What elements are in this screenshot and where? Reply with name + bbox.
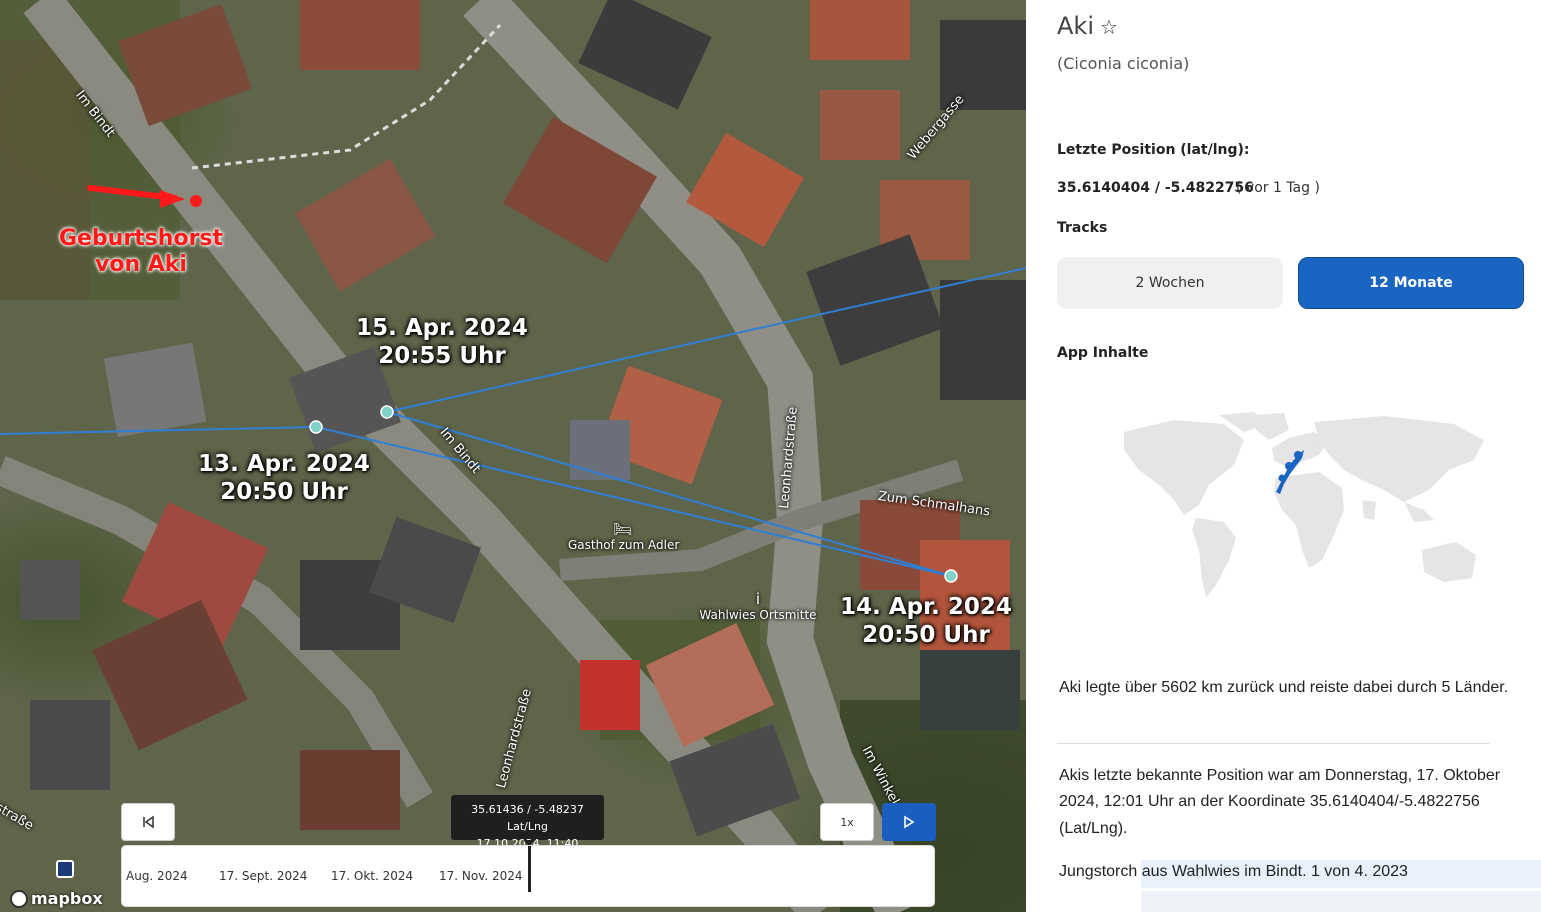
bed-icon: 🛏 bbox=[613, 520, 633, 538]
timeline-cursor[interactable] bbox=[528, 846, 531, 892]
info-icon: i bbox=[755, 590, 761, 608]
track-12-months-button[interactable]: 12 Monate bbox=[1298, 257, 1524, 309]
divider bbox=[1057, 743, 1490, 744]
mapbox-logo[interactable]: mapbox bbox=[10, 889, 103, 908]
timeline-tooltip: 35.61436 / -5.48237 Lat/Lng 17.10.2024, … bbox=[451, 795, 604, 850]
birth-label-line1: Geburtshorst bbox=[58, 226, 224, 251]
track-point-14-apr[interactable] bbox=[944, 569, 958, 583]
timeline-tick: 17. Nov. 2024 bbox=[439, 869, 523, 883]
speed-button[interactable]: 1x bbox=[820, 803, 874, 841]
bird-info-panel: Aki ☆ (Ciconia ciconia) Letzte Position … bbox=[1026, 0, 1541, 912]
annotation-time: 20:55 Uhr bbox=[378, 342, 506, 369]
birth-nest-label: Geburtshorst von Aki bbox=[46, 226, 236, 279]
position-label: Letzte Position (lat/lng): bbox=[1057, 142, 1250, 158]
timeline-tick: Aug. 2024 bbox=[126, 869, 188, 883]
annotation-date: 14. Apr. 2024 bbox=[840, 594, 1012, 620]
poi-ortsmitte[interactable]: i Wahlwies Ortsmitte bbox=[698, 590, 818, 622]
timeline-tick: 17. Okt. 2024 bbox=[331, 869, 414, 883]
poi-label: Wahlwies Ortsmitte bbox=[699, 608, 817, 622]
annotation-date: 15. Apr. 2024 bbox=[356, 315, 528, 341]
birth-label-line2: von Aki bbox=[95, 252, 187, 278]
poi-label: Gasthof zum Adler bbox=[568, 538, 680, 552]
footer-toolbar bbox=[1141, 891, 1541, 912]
position-value: 35.6140404 / -5.4822756 bbox=[1057, 180, 1254, 196]
poi-gasthof[interactable]: 🛏 Gasthof zum Adler bbox=[568, 520, 680, 552]
annotation-time: 20:50 Uhr bbox=[220, 478, 348, 505]
annotation-14-apr: 14. Apr. 2024 20:50 Uhr bbox=[836, 594, 1016, 649]
world-map-thumbnail bbox=[1124, 412, 1484, 598]
timeline-tick: 17. Sept. 2024 bbox=[219, 869, 308, 883]
app-content-label: App Inhalte bbox=[1057, 345, 1149, 361]
timeline-scrubber[interactable]: Aug. 2024 17. Sept. 2024 17. Okt. 2024 1… bbox=[121, 845, 935, 907]
play-icon bbox=[904, 815, 915, 829]
bird-name: Aki bbox=[1057, 12, 1094, 40]
last-position-text: Akis letzte bekannte Position war am Don… bbox=[1059, 767, 1501, 837]
speed-label: 1x bbox=[840, 815, 854, 829]
favorite-star-icon[interactable]: ☆ bbox=[1100, 15, 1118, 39]
tracks-label: Tracks bbox=[1057, 220, 1108, 236]
annotation-13-apr: 13. Apr. 2024 20:50 Uhr bbox=[194, 451, 374, 506]
track-2-weeks-button[interactable]: 2 Wochen bbox=[1057, 257, 1283, 309]
tooltip-coords: 35.61436 / -5.48237 Lat/Lng bbox=[471, 803, 584, 834]
bus-stop-icon[interactable] bbox=[56, 860, 74, 878]
bird-latin-name: (Ciconia ciconia) bbox=[1057, 54, 1190, 73]
play-button[interactable] bbox=[882, 803, 936, 841]
skip-back-icon bbox=[143, 815, 154, 829]
position-age: ( vor 1 Tag ) bbox=[1236, 180, 1320, 196]
mapbox-icon bbox=[10, 889, 28, 908]
bird-bio-text: Jungstorch aus Wahlwies im Bindt. 1 von … bbox=[1059, 863, 1408, 880]
annotation-15-apr: 15. Apr. 2024 20:55 Uhr bbox=[352, 315, 532, 370]
map-view[interactable]: 15. Apr. 2024 20:55 Uhr 13. Apr. 2024 20… bbox=[0, 0, 1026, 912]
annotation-time: 20:50 Uhr bbox=[862, 621, 990, 648]
track-point-15-apr[interactable] bbox=[380, 405, 394, 419]
track-point-13-apr[interactable] bbox=[309, 420, 323, 434]
annotation-date: 13. Apr. 2024 bbox=[198, 451, 370, 477]
mapbox-text: mapbox bbox=[31, 889, 103, 908]
skip-back-button[interactable] bbox=[121, 803, 175, 841]
distance-summary: Aki legte über 5602 km zurück und reiste… bbox=[1059, 679, 1509, 696]
